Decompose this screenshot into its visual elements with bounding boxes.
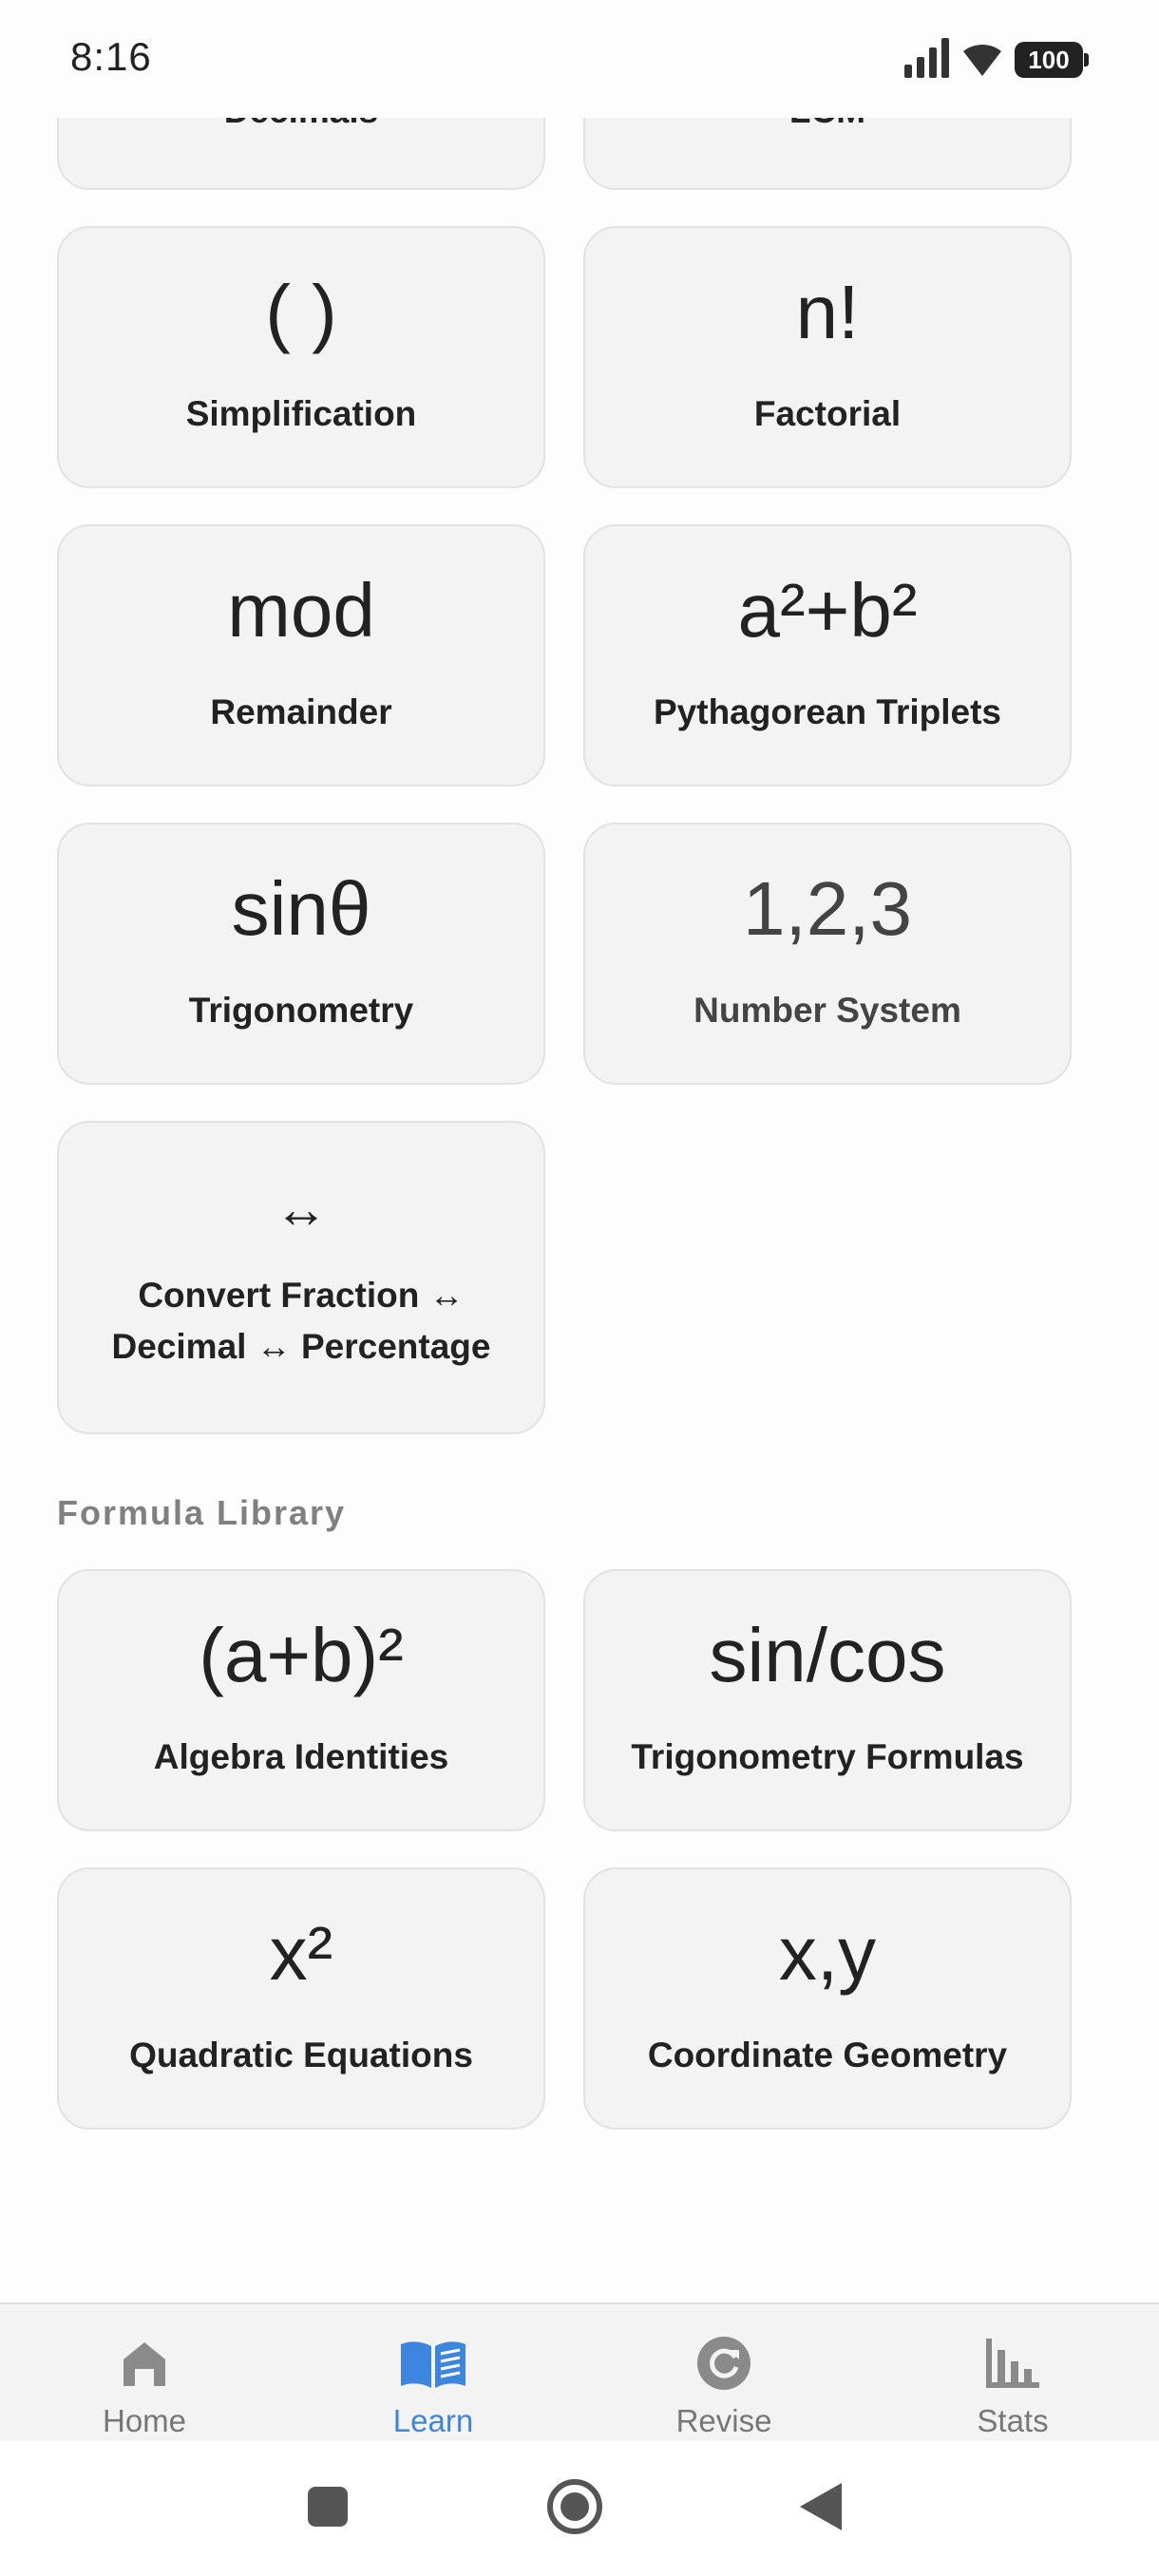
status-time: 8:16 <box>70 34 152 79</box>
nav-label-stats: Stats <box>977 2403 1049 2438</box>
nav-label-learn: Learn <box>392 2403 474 2438</box>
card-label-line2: Decimal ↔ Percentage <box>111 1327 491 1366</box>
nav-label-revise: Revise <box>675 2403 772 2438</box>
card-symbol: x² <box>269 1911 333 1996</box>
topic-card-decimals[interactable]: Decimals <box>57 118 545 190</box>
topic-card-remainder[interactable]: mod Remainder <box>57 524 545 786</box>
card-label: Pythagorean Triplets <box>654 692 1001 731</box>
topic-card-number-system[interactable]: 1,2,3 Number System <box>583 823 1072 1085</box>
topic-card-lcm[interactable]: LCM <box>583 118 1072 190</box>
card-label: LCM <box>789 118 865 137</box>
card-label: Trigonometry Formulas <box>631 1737 1024 1776</box>
bottom-nav: Home Learn Revise Stats <box>0 2302 1159 2441</box>
nav-item-learn[interactable]: Learn <box>338 2331 528 2439</box>
bar-chart-icon <box>986 2339 1039 2388</box>
formula-card-coordinate-geometry[interactable]: x,y Coordinate Geometry <box>583 1867 1072 2130</box>
card-label-line1: Convert Fraction ↔ <box>138 1276 465 1315</box>
nav-item-stats[interactable]: Stats <box>918 2331 1108 2439</box>
topic-card-convert-fraction[interactable]: ↔ Convert Fraction ↔ Decimal ↔ Percentag… <box>57 1121 545 1434</box>
card-label: Simplification <box>185 394 417 433</box>
card-symbol: sin/cos <box>709 1613 946 1697</box>
card-label: Factorial <box>753 394 902 433</box>
nav-item-home[interactable]: Home <box>49 2331 239 2439</box>
learn-content[interactable]: Decimals LCM ( ) Simplification n! Facto… <box>0 118 1159 2302</box>
recent-apps-icon[interactable] <box>306 2485 350 2529</box>
card-label: Algebra Identities <box>153 1737 449 1776</box>
card-symbol: a²+b² <box>737 568 918 653</box>
card-label: Coordinate Geometry <box>647 2036 1008 2074</box>
topic-card-trigonometry[interactable]: sinθ Trigonometry <box>57 823 545 1085</box>
nav-item-revise[interactable]: Revise <box>629 2331 819 2439</box>
section-title-formula-library: Formula Library <box>57 1493 347 1532</box>
card-symbol: sinθ <box>231 866 371 951</box>
card-symbol: 1,2,3 <box>743 866 912 951</box>
card-label: Remainder <box>210 692 392 731</box>
topic-card-pythagorean-triplets[interactable]: a²+b² Pythagorean Triplets <box>583 524 1072 786</box>
battery-icon: 100 <box>1015 42 1089 78</box>
screen: 8:16 100 Decimals LCM ( ) Simpl <box>0 0 1159 2576</box>
refresh-icon <box>697 2337 750 2390</box>
back-icon[interactable] <box>798 2481 844 2532</box>
card-symbol: x,y <box>778 1911 877 1996</box>
card-label: Quadratic Equations <box>129 2036 473 2074</box>
home-icon <box>124 2342 165 2386</box>
card-label: Trigonometry <box>188 991 414 1030</box>
card-label: Number System <box>694 991 961 1030</box>
card-symbol: mod <box>227 568 375 653</box>
card-label: Decimals <box>224 118 379 137</box>
book-icon <box>401 2341 466 2388</box>
formula-card-trigonometry-formulas[interactable]: sin/cos Trigonometry Formulas <box>583 1569 1072 1831</box>
formula-card-algebra-identities[interactable]: (a+b)² Algebra Identities <box>57 1569 545 1831</box>
formula-card-quadratic-equations[interactable]: x² Quadratic Equations <box>57 1867 545 2130</box>
status-bar: 8:16 100 <box>0 0 1159 118</box>
card-symbol: ↔ <box>275 1179 328 1239</box>
signal-icon <box>904 38 949 78</box>
home-button-icon[interactable] <box>545 2477 604 2536</box>
card-symbol: ( ) <box>265 270 337 354</box>
card-symbol: (a+b)² <box>199 1613 404 1697</box>
nav-label-home: Home <box>102 2403 187 2438</box>
topic-card-factorial[interactable]: n! Factorial <box>583 226 1072 488</box>
card-symbol: n! <box>795 270 860 354</box>
wifi-icon <box>963 44 1001 76</box>
system-nav-bar <box>0 2441 1159 2576</box>
topic-card-simplification[interactable]: ( ) Simplification <box>57 226 545 488</box>
